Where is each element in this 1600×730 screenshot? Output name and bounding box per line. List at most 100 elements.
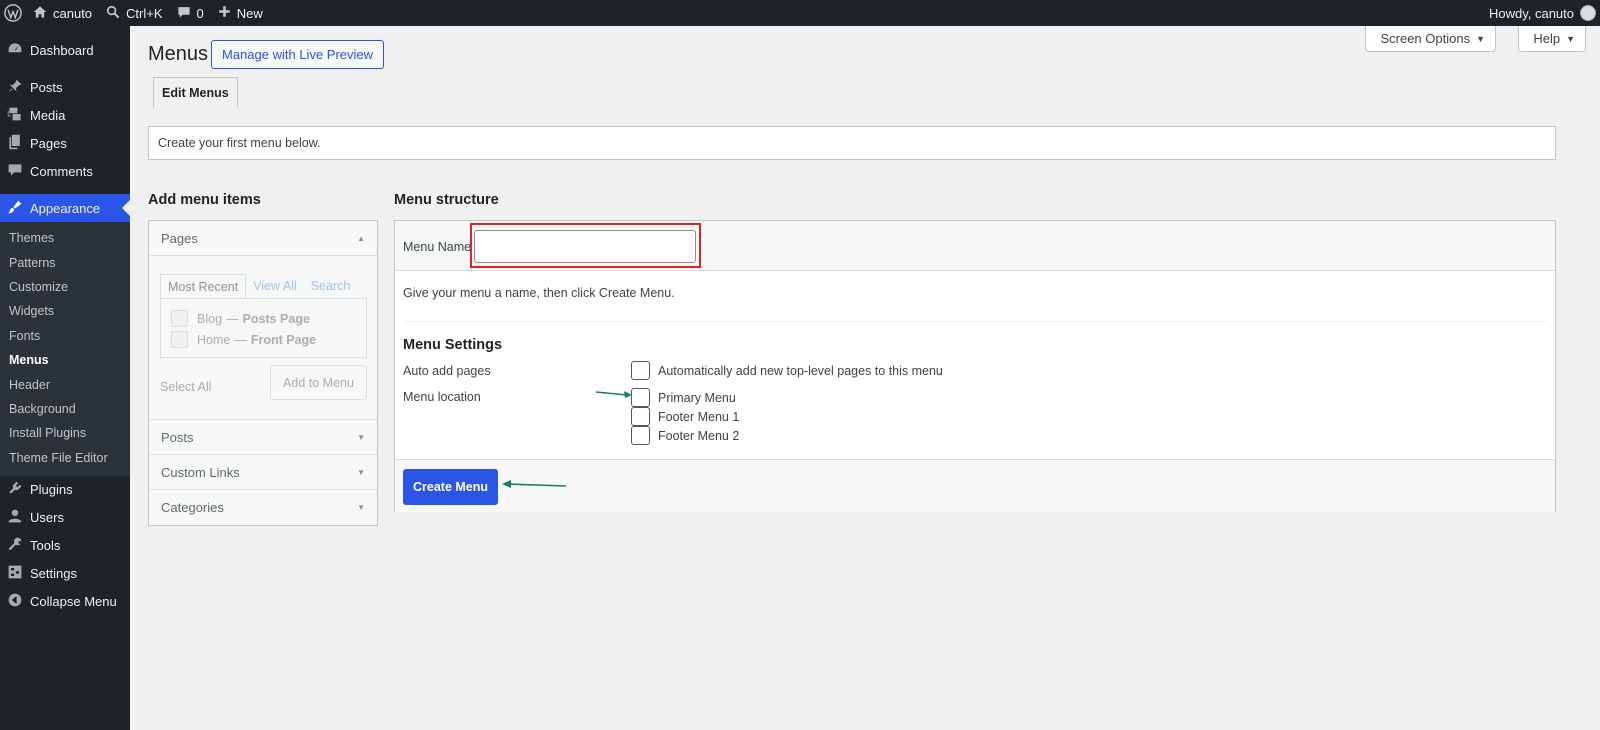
- divider: [403, 321, 1547, 322]
- help-button[interactable]: Help ▼: [1518, 26, 1586, 52]
- sidebar-item-plugins[interactable]: Plugins: [0, 476, 130, 504]
- auto-add-checkbox[interactable]: [631, 361, 650, 380]
- highlight-box: [470, 223, 701, 268]
- select-all-link[interactable]: Select All: [160, 380, 211, 394]
- menu-structure-heading: Menu structure: [394, 192, 499, 208]
- submenu-item-background[interactable]: Background: [0, 397, 130, 421]
- wordpress-logo-icon[interactable]: [0, 0, 26, 26]
- accordion-pages-header[interactable]: Pages ▲: [149, 221, 377, 256]
- menu-settings-title: Menu Settings: [403, 337, 503, 353]
- notice-text: Create your first menu below.: [158, 136, 321, 150]
- avatar: [1580, 5, 1596, 21]
- list-item[interactable]: Blog — Posts Page: [171, 310, 310, 327]
- comment-icon: [7, 162, 23, 181]
- sidebar-item-pages[interactable]: Pages: [0, 129, 130, 157]
- list-item[interactable]: Home — Front Page: [171, 331, 316, 348]
- screen-options-button[interactable]: Screen Options ▼: [1365, 26, 1496, 52]
- sidebar-item-settings[interactable]: Settings: [0, 560, 130, 588]
- submenu-item-widgets[interactable]: Widgets: [0, 299, 130, 323]
- pin-icon: [7, 78, 23, 97]
- comments-link[interactable]: 0: [170, 0, 211, 26]
- admin-bar: canuto Ctrl+K 0 New Howdy, canuto: [0, 0, 1600, 26]
- menu-hint-text: Give your menu a name, then click Create…: [403, 286, 675, 300]
- pages-tabs: Most Recent View All Search: [160, 274, 357, 299]
- submenu-item-customize[interactable]: Customize: [0, 275, 130, 299]
- submenu-item-theme-file-editor[interactable]: Theme File Editor: [0, 446, 130, 470]
- auto-add-option[interactable]: Automatically add new top-level pages to…: [631, 361, 943, 380]
- chevron-up-icon: ▲: [357, 233, 365, 243]
- dashboard-icon: [7, 41, 23, 60]
- caret-down-icon: ▼: [1566, 33, 1575, 44]
- location-primary-option[interactable]: Primary Menu: [631, 388, 736, 407]
- accordion-posts-header[interactable]: Posts ▼: [149, 420, 377, 455]
- appearance-submenu: Themes Patterns Customize Widgets Fonts …: [0, 222, 130, 476]
- comments-count: 0: [196, 5, 204, 21]
- add-menu-items-accordion: Pages ▲ Most Recent View All Search Blog…: [148, 220, 378, 526]
- sidebar-item-comments[interactable]: Comments: [0, 157, 130, 185]
- location-footer1-option[interactable]: Footer Menu 1: [631, 407, 739, 426]
- my-account[interactable]: Howdy, canuto: [1489, 5, 1600, 21]
- submenu-item-patterns[interactable]: Patterns: [0, 250, 130, 274]
- plus-icon: [218, 5, 231, 21]
- create-menu-button[interactable]: Create Menu: [403, 469, 498, 505]
- sidebar-item-appearance[interactable]: Appearance: [0, 194, 130, 222]
- search-icon: [106, 5, 120, 22]
- chevron-down-icon: ▼: [357, 503, 365, 512]
- home-icon: [33, 5, 47, 22]
- comment-icon: [177, 5, 191, 22]
- main-content: Screen Options ▼ Help ▼ Menus Manage with …: [130, 26, 1600, 730]
- sidebar-item-media[interactable]: Media: [0, 101, 130, 129]
- tab-search[interactable]: Search: [304, 274, 358, 299]
- footer-menu-2-checkbox[interactable]: [631, 426, 650, 445]
- menu-name-label: Menu Name: [403, 240, 472, 254]
- manage-live-preview-button[interactable]: Manage with Live Preview: [211, 40, 385, 69]
- admin-sidebar: Dashboard Posts Media Pages Comments App…: [0, 26, 130, 730]
- chevron-down-icon: ▼: [357, 467, 365, 477]
- plugin-icon: [7, 480, 23, 499]
- sidebar-item-dashboard[interactable]: Dashboard: [0, 36, 130, 64]
- site-name-link[interactable]: canuto: [26, 0, 99, 26]
- annotation-arrow-icon: [595, 391, 632, 398]
- add-to-menu-button[interactable]: Add to Menu: [270, 365, 367, 400]
- submenu-item-menus[interactable]: Menus: [0, 348, 130, 372]
- submenu-item-themes[interactable]: Themes: [0, 226, 130, 250]
- sidebar-item-posts[interactable]: Posts: [0, 73, 130, 101]
- settings-icon: [7, 564, 23, 583]
- tab-most-recent[interactable]: Most Recent: [160, 274, 247, 299]
- accordion-categories-header[interactable]: Categories ▼: [149, 490, 377, 525]
- menu-name-input[interactable]: [474, 230, 696, 263]
- collapse-menu-button[interactable]: Collapse Menu: [0, 588, 130, 616]
- page-checkbox[interactable]: [171, 331, 188, 348]
- submenu-item-fonts[interactable]: Fonts: [0, 324, 130, 348]
- sidebar-item-tools[interactable]: Tools: [0, 532, 130, 560]
- menu-structure-panel: Menu Name Give your menu a name, then cl…: [394, 220, 1556, 512]
- sidebar-item-users[interactable]: Users: [0, 504, 130, 532]
- new-label: New: [236, 5, 263, 21]
- caret-down-icon: ▼: [1476, 33, 1485, 44]
- notice-box: Create your first menu below.: [148, 126, 1556, 160]
- tab-edit-menus[interactable]: Edit Menus: [153, 77, 238, 108]
- submenu-item-install-plugins[interactable]: Install Plugins: [0, 421, 130, 445]
- annotation-arrow-icon: [502, 480, 567, 488]
- wrench-icon: [7, 536, 23, 555]
- howdy-text: Howdy, canuto: [1488, 5, 1574, 21]
- accordion-custom-links-header[interactable]: Custom Links ▼: [149, 455, 377, 490]
- menu-name-row: Menu Name: [395, 221, 1555, 271]
- pages-checklist: Blog — Posts Page Home — Front Page: [160, 298, 367, 358]
- page-title: Menus: [148, 43, 209, 65]
- search-shortcut: Ctrl+K: [126, 5, 163, 21]
- submenu-item-header[interactable]: Header: [0, 372, 130, 396]
- accordion-pages-body: Most Recent View All Search Blog — Posts P…: [149, 256, 377, 420]
- media-icon: [7, 106, 23, 125]
- site-name: canuto: [53, 5, 93, 21]
- footer-menu-1-checkbox[interactable]: [631, 407, 650, 426]
- location-footer2-option[interactable]: Footer Menu 2: [631, 426, 739, 445]
- command-palette-button[interactable]: Ctrl+K: [99, 0, 169, 26]
- page-checkbox[interactable]: [171, 310, 188, 327]
- tab-view-all[interactable]: View All: [246, 274, 304, 299]
- add-menu-items-heading: Add menu items: [148, 192, 261, 208]
- new-content-link[interactable]: New: [211, 0, 270, 26]
- chevron-down-icon: ▼: [357, 432, 365, 442]
- brush-icon: [7, 199, 23, 218]
- auto-add-label: Auto add pages: [403, 364, 491, 378]
